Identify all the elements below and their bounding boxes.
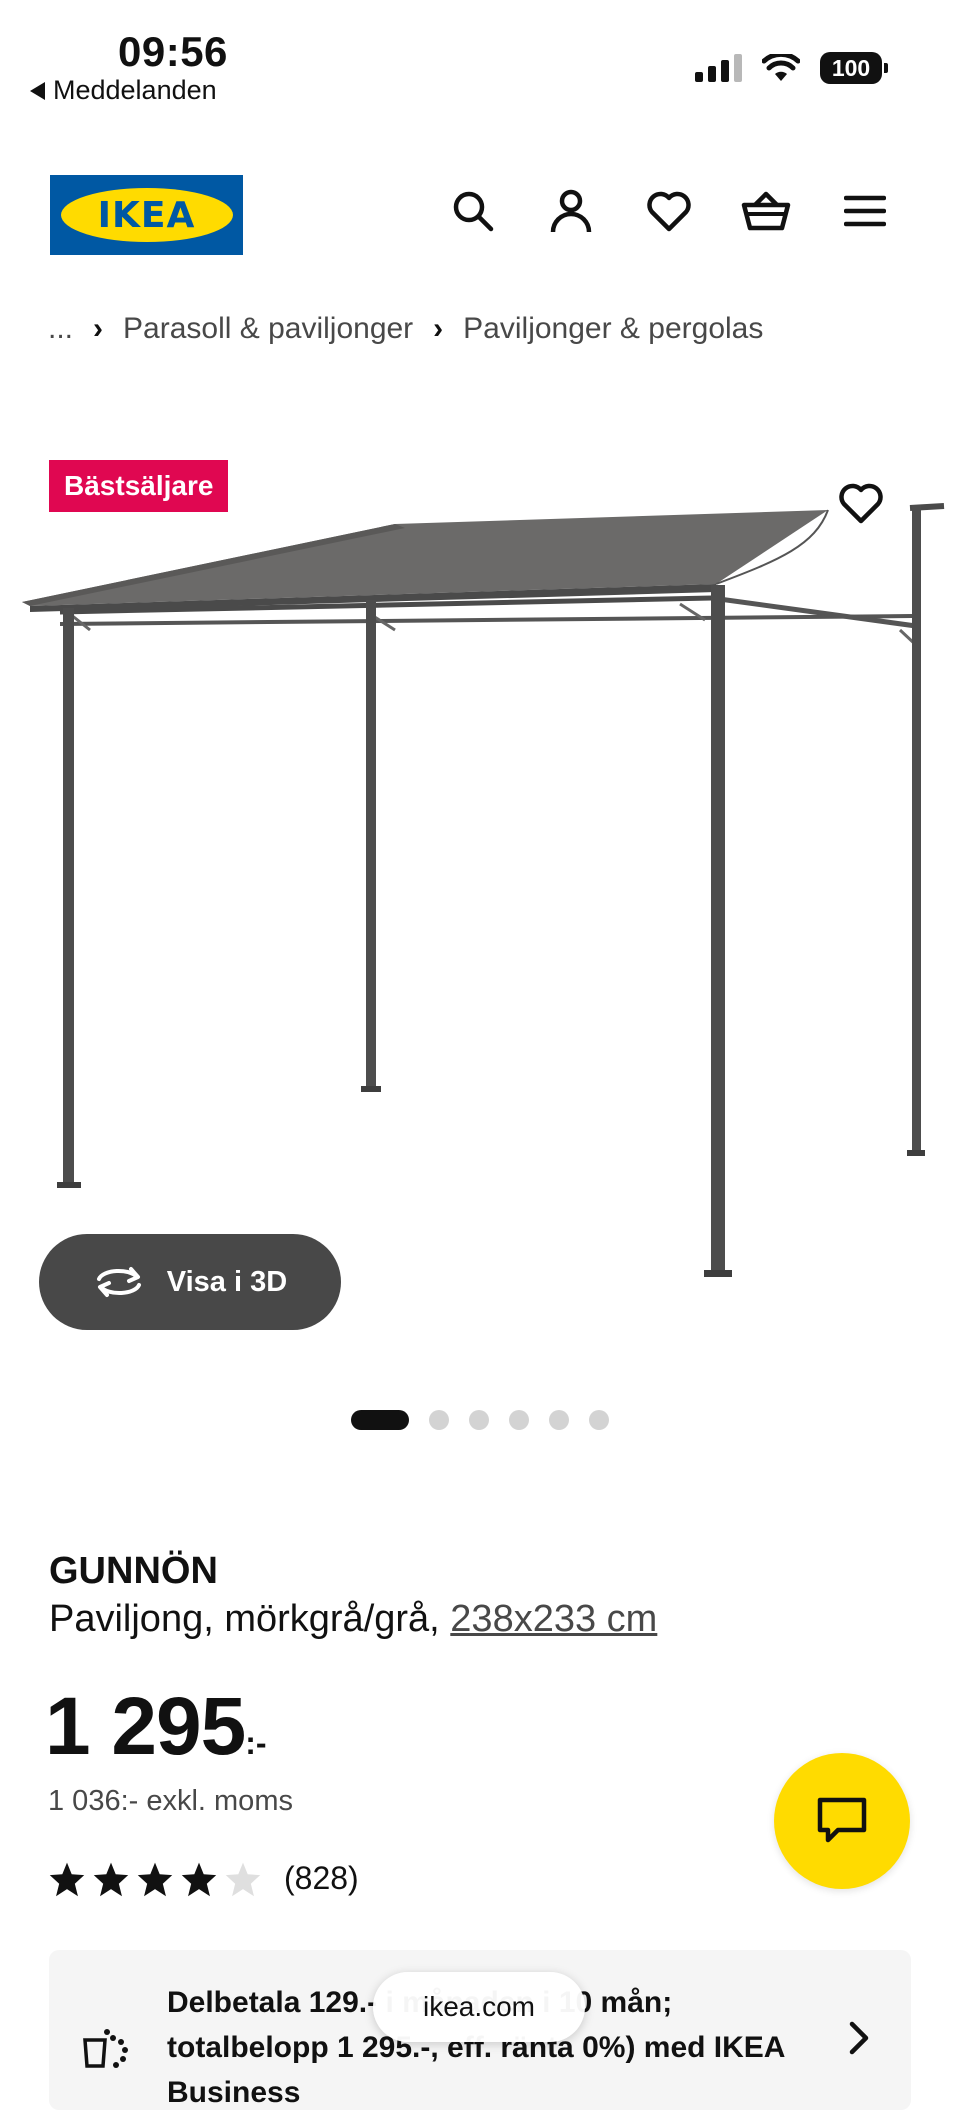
- chat-button[interactable]: [774, 1753, 910, 1889]
- ikea-logo[interactable]: IKEA: [50, 175, 243, 255]
- view-in-3d-label: Visa i 3D: [166, 1265, 288, 1298]
- product-image-gazebo[interactable]: [0, 420, 960, 1300]
- breadcrumb-item-paviljonger[interactable]: Paviljonger & pergolas: [463, 312, 763, 346]
- breadcrumb: ... › Parasoll & paviljonger › Paviljong…: [48, 312, 763, 346]
- favourites-heart-icon[interactable]: [644, 186, 694, 236]
- carousel-dot-6[interactable]: [589, 1410, 609, 1430]
- star-filled-icon: [137, 1862, 173, 1896]
- image-carousel-indicator: [0, 1410, 960, 1430]
- star-filled-icon: [181, 1862, 217, 1896]
- rating-count: (828): [284, 1860, 359, 1896]
- carousel-dot-4[interactable]: [509, 1410, 529, 1430]
- product-rating[interactable]: (828): [48, 1860, 359, 1897]
- product-size-link[interactable]: 238x233 cm: [450, 1598, 657, 1640]
- price-excl-vat: 1 036:- exkl. moms: [48, 1785, 293, 1817]
- search-icon[interactable]: [448, 186, 498, 236]
- browser-url: ikea.com: [422, 1991, 536, 2022]
- breadcrumb-item-parasoll[interactable]: Parasoll & paviljonger: [123, 312, 413, 346]
- product-price: 1 295 :-: [45, 1680, 267, 1774]
- bestseller-badge: Bästsäljare: [49, 460, 229, 512]
- back-to-app-link[interactable]: Meddelanden: [30, 75, 217, 106]
- carousel-dot-1[interactable]: [351, 1410, 409, 1430]
- account-icon[interactable]: [546, 186, 596, 236]
- add-to-favourites-heart-icon[interactable]: [838, 482, 888, 532]
- browser-address-pill[interactable]: ikea.com: [373, 1972, 585, 2042]
- status-time: 09:56: [118, 28, 228, 75]
- price-suffix: :-: [245, 1725, 267, 1761]
- carousel-dot-5[interactable]: [549, 1410, 569, 1430]
- battery-icon: 100: [820, 52, 888, 84]
- back-arrow-icon: [30, 81, 45, 100]
- battery-level: 100: [831, 54, 871, 81]
- basket-icon[interactable]: [741, 186, 791, 236]
- product-description: Paviljong, mörkgrå/grå, 238x233 cm: [49, 1598, 657, 1641]
- chevron-right-icon: ›: [93, 312, 104, 345]
- menu-icon[interactable]: [840, 186, 890, 236]
- star-filled-icon: [49, 1862, 85, 1896]
- wifi-icon: [762, 54, 800, 81]
- back-to-app-label: Meddelanden: [53, 75, 217, 105]
- breadcrumb-ellipsis[interactable]: ...: [48, 312, 73, 346]
- chat-bubble-icon: [817, 1797, 867, 1843]
- carousel-dot-2[interactable]: [429, 1410, 449, 1430]
- carousel-dot-3[interactable]: [469, 1410, 489, 1430]
- product-type-color: Paviljong, mörkgrå/grå,: [49, 1598, 440, 1640]
- star-filled-icon: [93, 1862, 129, 1896]
- chevron-right-icon: ›: [433, 312, 444, 345]
- logo-text: IKEA: [97, 194, 196, 236]
- cellular-signal-icon: [695, 54, 742, 82]
- price-amount: 1 295: [45, 1681, 246, 1772]
- payment-installment-icon: [83, 2029, 128, 2068]
- rotate-3d-icon: [96, 1267, 141, 1297]
- star-empty-icon: [225, 1862, 261, 1896]
- chevron-right-icon: [849, 2021, 869, 2055]
- status-indicators: 100: [695, 52, 888, 84]
- view-in-3d-button[interactable]: Visa i 3D: [39, 1234, 341, 1330]
- product-name: GUNNÖN: [49, 1550, 218, 1592]
